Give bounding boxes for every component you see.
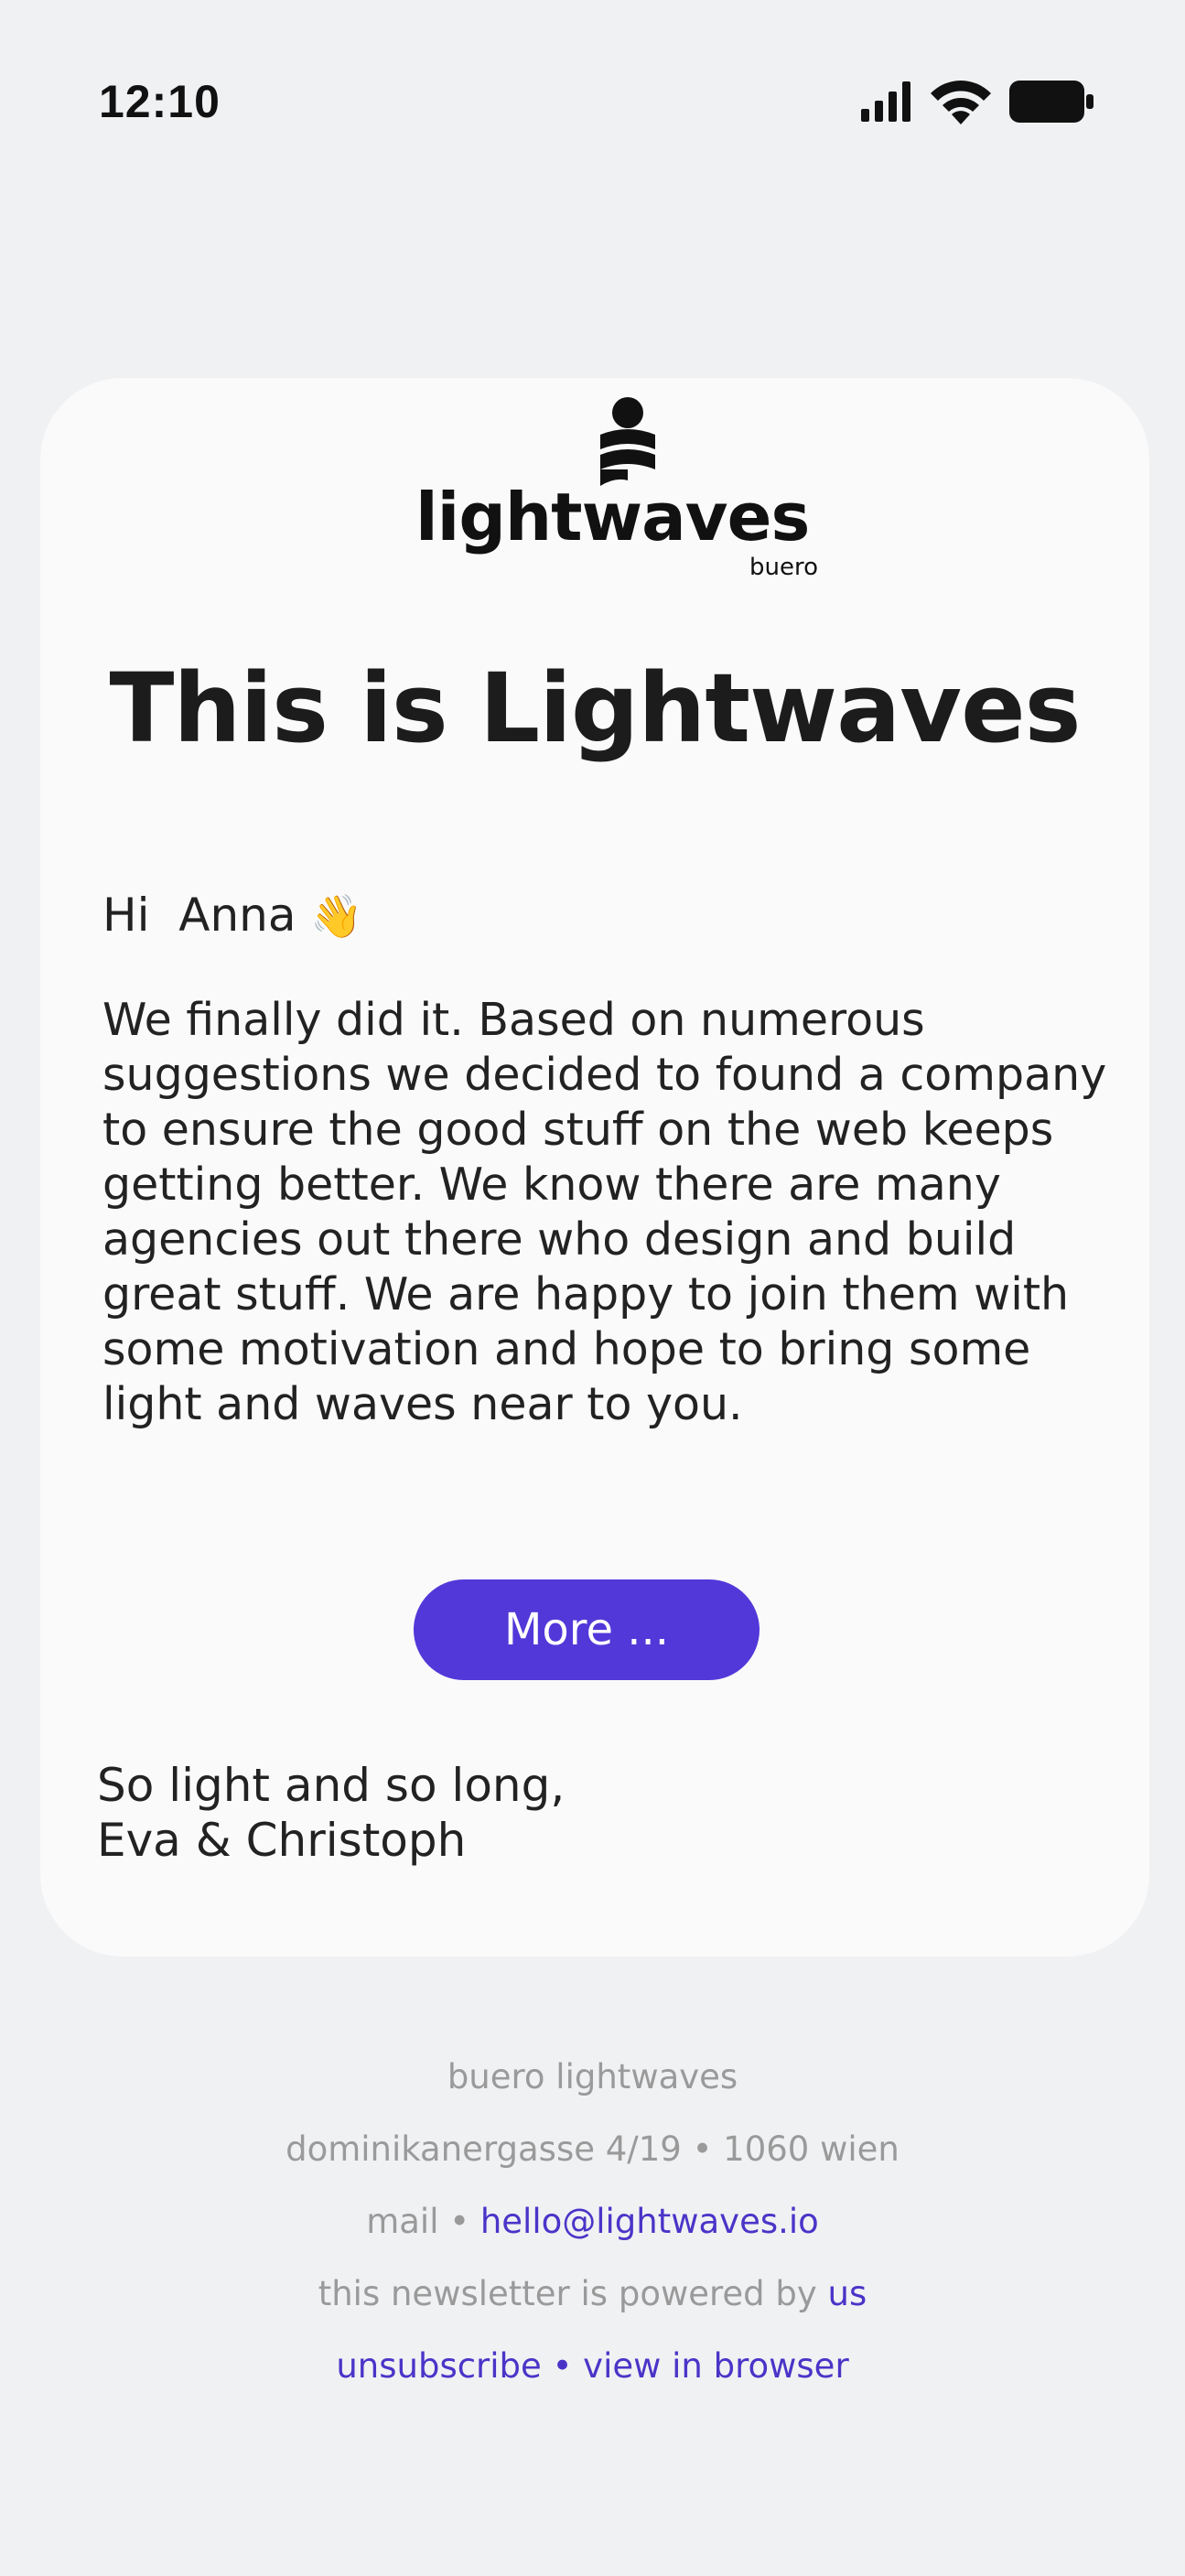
mail-link[interactable]: hello@lightwaves.io	[480, 2202, 819, 2241]
signoff-names: Eva & Christoph	[97, 1814, 467, 1867]
battery-icon	[1009, 81, 1093, 123]
footer-actions: unsubscribe • view in browser	[0, 2339, 1185, 2411]
more-button[interactable]: More ...	[414, 1579, 759, 1680]
footer-company: buero lightwaves	[447, 2057, 738, 2096]
email-headline: This is Lightwaves	[109, 652, 1081, 764]
footer-separator: •	[541, 2346, 584, 2386]
status-bar: 12:10	[0, 0, 1185, 210]
footer-mail-label: mail •	[366, 2202, 480, 2241]
greeting-text: Hi Anna	[102, 889, 296, 942]
footer-mail: mail • hello@lightwaves.io	[0, 2194, 1185, 2267]
email-footer: buero lightwaves dominikanergasse 4/19 •…	[0, 2050, 1185, 2411]
greeting: Hi Anna 👋	[102, 889, 363, 942]
powered-by-link[interactable]: us	[828, 2274, 867, 2313]
newsletter-card: lightwaves buero This is Lightwaves Hi A…	[40, 378, 1149, 1956]
status-icons	[861, 79, 1093, 124]
lightwaves-logo[interactable]: lightwaves buero	[415, 396, 818, 588]
footer-powered-label: this newsletter is powered by	[318, 2274, 828, 2313]
status-time: 12:10	[99, 76, 221, 127]
waving-hand-icon: 👋	[310, 891, 363, 941]
unsubscribe-link[interactable]: unsubscribe	[336, 2346, 541, 2386]
cellular-signal-icon	[861, 81, 912, 122]
footer-powered: this newsletter is powered by us	[0, 2267, 1185, 2339]
lightwaves-logo-mark-icon	[598, 396, 657, 490]
wifi-icon	[927, 79, 995, 124]
signoff-line: So light and so long,	[97, 1759, 566, 1812]
footer-address: dominikanergasse 4/19 • 1060 wien	[285, 2129, 900, 2169]
signoff: So light and so long, Eva & Christoph	[97, 1758, 565, 1868]
email-body: We finally did it. Based on numerous sug…	[102, 994, 1107, 1430]
logo-wordmark: lightwaves	[415, 479, 810, 555]
logo-subtitle: buero	[749, 554, 818, 581]
view-in-browser-link[interactable]: view in browser	[583, 2346, 849, 2386]
